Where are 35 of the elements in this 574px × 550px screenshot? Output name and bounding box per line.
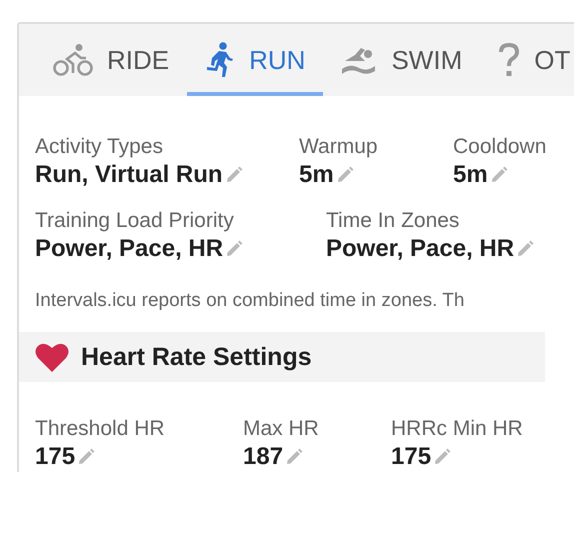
field-label: Threshold HR xyxy=(35,416,166,442)
edit-icon[interactable] xyxy=(516,240,534,258)
field-label: Training Load Priority xyxy=(35,208,235,234)
field-label: Max HR xyxy=(243,416,320,442)
edit-icon[interactable] xyxy=(285,448,304,466)
field-value: 175 xyxy=(35,442,76,472)
tab[interactable]: SWIM xyxy=(323,24,480,96)
edit-icon[interactable] xyxy=(336,166,354,184)
field-label: Cooldown xyxy=(453,134,548,160)
heart-icon xyxy=(35,342,69,372)
info-text: Intervals.icu reports on combined time in zones. Th xyxy=(35,290,464,312)
tab[interactable]: RUN xyxy=(187,24,324,96)
section-title: Heart Rate Settings xyxy=(81,342,312,372)
edit-icon[interactable] xyxy=(433,448,452,466)
edit-icon[interactable] xyxy=(224,166,243,184)
field-value: Power, Pace, HR xyxy=(35,234,224,264)
field-value: 5m xyxy=(299,160,334,190)
question-icon xyxy=(498,42,520,78)
field-value: 175 xyxy=(391,442,432,472)
runner-icon xyxy=(205,42,236,78)
tab[interactable]: OT xyxy=(480,24,574,96)
tab[interactable]: RIDE xyxy=(35,24,188,96)
field-value: 5m xyxy=(453,160,488,190)
swimmer-icon xyxy=(341,45,378,75)
bicycle-icon xyxy=(53,43,93,77)
field-value: Run, Virtual Run xyxy=(35,160,223,190)
field-label: HRRc Min HR xyxy=(391,416,524,442)
edit-icon[interactable] xyxy=(77,448,96,466)
edit-icon[interactable] xyxy=(490,166,508,184)
field-label: Activity Types xyxy=(35,134,164,160)
field-label: Time In Zones xyxy=(326,208,460,234)
field-value: Power, Pace, HR xyxy=(326,234,514,264)
field-label: Warmup xyxy=(299,134,379,160)
edit-icon[interactable] xyxy=(225,240,244,258)
field-value: 187 xyxy=(243,442,284,472)
